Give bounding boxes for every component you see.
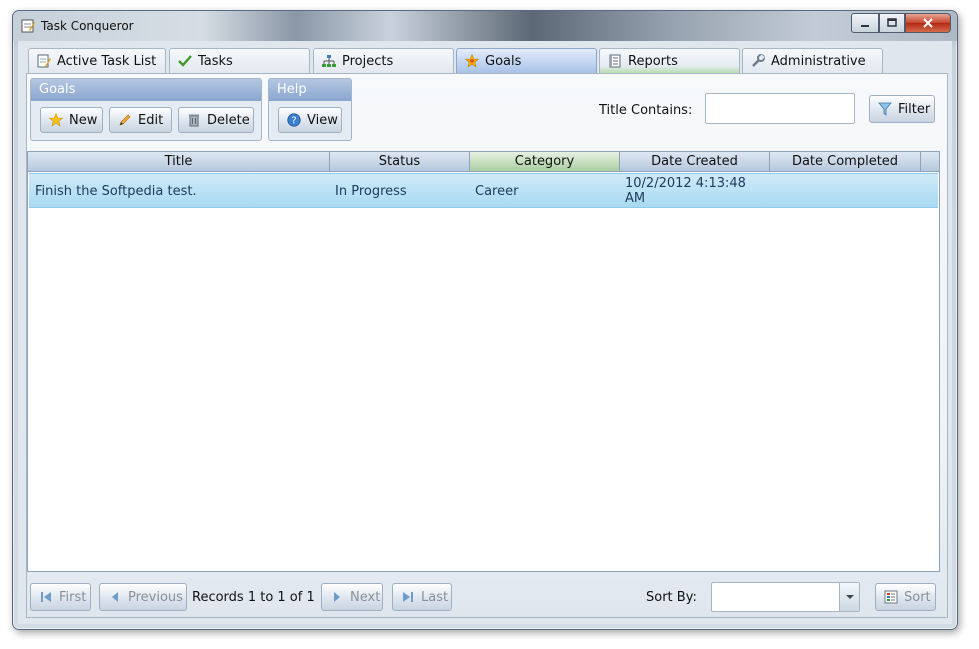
sort-by-select[interactable] bbox=[711, 582, 860, 612]
next-page-button[interactable]: Next bbox=[321, 583, 383, 611]
report-icon bbox=[609, 54, 621, 68]
filter-button-label: Filter bbox=[898, 101, 931, 117]
sort-button[interactable]: Sort bbox=[875, 583, 936, 611]
goals-grid: Title Status Category Date Created Date … bbox=[27, 151, 940, 572]
funnel-icon bbox=[878, 102, 892, 116]
column-header-title[interactable]: Title bbox=[28, 152, 330, 171]
delete-button[interactable]: Delete bbox=[178, 107, 254, 133]
maximize-icon bbox=[887, 18, 897, 27]
filter-button[interactable]: Filter bbox=[869, 95, 935, 123]
delete-button-label: Delete bbox=[207, 112, 250, 128]
help-group: Help ? View bbox=[268, 78, 352, 141]
previous-button-label: Previous bbox=[128, 589, 183, 605]
tab-label: Reports bbox=[628, 53, 678, 69]
view-button-label: View bbox=[307, 112, 338, 128]
tab-label: Tasks bbox=[198, 53, 233, 69]
close-button[interactable] bbox=[905, 13, 951, 33]
goals-group-header: Goals bbox=[31, 79, 261, 101]
next-button-label: Next bbox=[350, 589, 381, 605]
checkmark-icon bbox=[178, 55, 192, 67]
records-text: Records 1 to 1 of 1 bbox=[192, 590, 315, 605]
edit-button-label: Edit bbox=[138, 112, 164, 128]
sort-icon bbox=[884, 590, 898, 604]
tab-goals[interactable]: Goals bbox=[456, 48, 597, 73]
app-window: Task Conqueror Active Task List Tasks Pr… bbox=[12, 10, 958, 630]
column-header-date-completed[interactable]: Date Completed bbox=[770, 152, 921, 171]
title-contains-input[interactable] bbox=[705, 93, 855, 124]
tab-reports[interactable]: Reports bbox=[599, 48, 740, 73]
tab-label: Administrative bbox=[771, 53, 866, 69]
client-area: Active Task List Tasks Projects Goals Re… bbox=[18, 41, 952, 624]
cell-date-created: 10/2/2012 4:13:48 AM bbox=[625, 176, 746, 206]
tab-label: Goals bbox=[485, 53, 522, 69]
grid-header: Title Status Category Date Created Date … bbox=[28, 152, 939, 172]
tab-label: Active Task List bbox=[57, 53, 157, 69]
title-bar[interactable]: Task Conqueror bbox=[13, 11, 957, 41]
last-button-label: Last bbox=[421, 589, 449, 605]
next-icon bbox=[334, 592, 340, 602]
tab-active-task-list[interactable]: Active Task List bbox=[28, 48, 166, 73]
chevron-down-icon bbox=[846, 595, 854, 599]
sort-button-label: Sort bbox=[904, 589, 931, 605]
hierarchy-icon bbox=[322, 55, 336, 67]
new-button-label: New bbox=[69, 112, 98, 128]
app-notepad-icon bbox=[21, 19, 35, 33]
column-header-status[interactable]: Status bbox=[330, 152, 470, 171]
maximize-button[interactable] bbox=[879, 13, 905, 33]
view-help-button[interactable]: ? View bbox=[278, 107, 342, 133]
window-title: Task Conqueror bbox=[41, 19, 134, 33]
first-page-icon bbox=[41, 592, 51, 602]
help-group-header: Help bbox=[269, 79, 351, 101]
goals-group: Goals New Edit Delete bbox=[30, 78, 262, 141]
tab-administrative[interactable]: Administrative bbox=[742, 48, 883, 73]
close-icon bbox=[923, 18, 933, 28]
wrench-icon bbox=[752, 54, 765, 67]
star-icon bbox=[49, 113, 63, 127]
goals-panel: Goals New Edit Delete Help ? View Title … bbox=[26, 73, 948, 618]
first-page-button[interactable]: First bbox=[30, 583, 91, 611]
column-header-date-created[interactable]: Date Created bbox=[620, 152, 770, 171]
help-icon: ? bbox=[287, 113, 301, 127]
edit-button[interactable]: Edit bbox=[109, 107, 172, 133]
goal-star-icon bbox=[465, 54, 479, 68]
trash-icon bbox=[189, 114, 199, 127]
cell-title: Finish the Softpedia test. bbox=[35, 184, 197, 199]
new-button[interactable]: New bbox=[40, 107, 103, 133]
svg-text:?: ? bbox=[291, 116, 296, 127]
cell-status: In Progress bbox=[335, 184, 407, 199]
cell-category: Career bbox=[475, 184, 519, 199]
tab-projects[interactable]: Projects bbox=[313, 48, 454, 73]
previous-icon bbox=[112, 592, 118, 602]
title-contains-label: Title Contains: bbox=[599, 103, 693, 118]
pencil-icon bbox=[119, 114, 131, 126]
sort-by-label: Sort By: bbox=[646, 590, 697, 605]
minimize-icon bbox=[861, 25, 869, 27]
tab-label: Projects bbox=[342, 53, 394, 69]
last-page-icon bbox=[403, 592, 413, 602]
tab-tasks[interactable]: Tasks bbox=[169, 48, 310, 73]
notepad-icon bbox=[37, 54, 51, 68]
minimize-button[interactable] bbox=[851, 13, 879, 33]
sort-dropdown-button[interactable] bbox=[839, 583, 859, 611]
column-header-category[interactable]: Category bbox=[470, 152, 620, 171]
first-button-label: First bbox=[59, 589, 87, 605]
previous-page-button[interactable]: Previous bbox=[99, 583, 187, 611]
table-row[interactable]: Finish the Softpedia test. In Progress C… bbox=[29, 173, 938, 208]
last-page-button[interactable]: Last bbox=[392, 583, 452, 611]
